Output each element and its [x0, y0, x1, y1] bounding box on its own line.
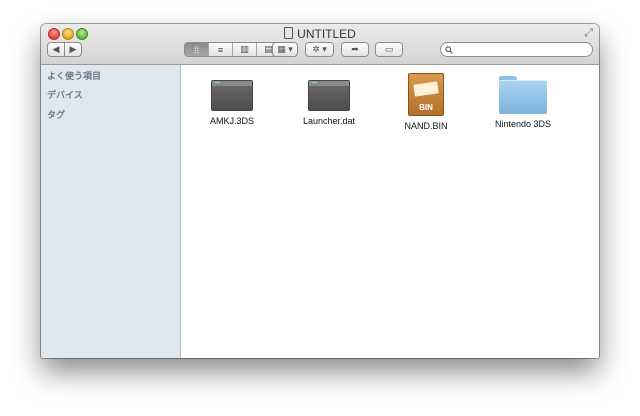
exec-icon: ▪▪▪ — [308, 80, 350, 111]
back-button[interactable]: ◀ — [47, 42, 65, 57]
file-grid: ▪▪▪ AMKJ.3DS ▪▪▪ Launcher.dat BIN NAND.B… — [181, 65, 599, 358]
finder-window: UNTITLED ⤢ ◀ ▶ ⁞⁞ ≡ ▥ ▤ ▦ ▾ ✲ ▾ ➦ ▭ よく使う… — [41, 24, 599, 358]
forward-icon: ▶ — [69, 44, 77, 54]
window-title-text: UNTITLED — [297, 27, 356, 41]
search-field[interactable] — [440, 42, 593, 57]
fullscreen-icon[interactable]: ⤢ — [584, 27, 593, 40]
file-item[interactable]: ▪▪▪ AMKJ.3DS — [189, 73, 275, 126]
back-icon: ◀ — [52, 44, 60, 54]
title-bar: UNTITLED ⤢ ◀ ▶ ⁞⁞ ≡ ▥ ▤ ▦ ▾ ✲ ▾ ➦ ▭ — [41, 24, 599, 65]
file-name: Nintendo 3DS — [494, 119, 552, 129]
file-name: AMKJ.3DS — [209, 116, 254, 126]
exec-icon: ▪▪▪ — [211, 80, 253, 111]
document-icon — [284, 27, 294, 39]
file-name: Launcher.dat — [302, 116, 356, 126]
arrange-icon: ▦ ▾ — [277, 44, 293, 54]
folder-icon — [499, 76, 547, 114]
gear-icon: ✲ ▾ — [312, 44, 327, 54]
icon-view-button[interactable]: ⁞⁞ — [185, 43, 209, 56]
arrange-button[interactable]: ▦ ▾ — [272, 42, 298, 57]
view-mode-control[interactable]: ⁞⁞ ≡ ▥ ▤ — [184, 42, 281, 57]
file-name: NAND.BIN — [404, 121, 448, 131]
search-input[interactable] — [453, 44, 586, 55]
file-item[interactable]: ▪▪▪ Launcher.dat — [286, 73, 372, 126]
archive-icon: BIN — [408, 73, 444, 116]
file-item[interactable]: BIN NAND.BIN — [383, 73, 469, 131]
sidebar: よく使う項目 デバイス タグ — [41, 65, 181, 358]
icon-view-icon: ⁞⁞ — [193, 44, 199, 55]
tags-button[interactable]: ▭ — [375, 42, 403, 57]
sidebar-section-favorites[interactable]: よく使う項目 — [47, 69, 101, 82]
list-view-icon: ≡ — [217, 44, 224, 55]
column-view-button[interactable]: ▥ — [233, 43, 257, 56]
share-button[interactable]: ➦ — [341, 42, 369, 57]
column-view-icon: ▥ — [240, 44, 249, 54]
window-title: UNTITLED — [41, 27, 599, 41]
share-icon: ➦ — [351, 44, 359, 54]
tag-icon: ▭ — [384, 44, 394, 54]
forward-button[interactable]: ▶ — [64, 42, 82, 57]
search-icon — [445, 45, 453, 54]
list-view-button[interactable]: ≡ — [209, 43, 233, 56]
archive-badge: BIN — [419, 103, 433, 112]
sidebar-section-tags[interactable]: タグ — [47, 108, 65, 121]
action-button[interactable]: ✲ ▾ — [305, 42, 334, 57]
folder-item[interactable]: Nintendo 3DS — [480, 73, 566, 129]
sidebar-section-devices[interactable]: デバイス — [47, 88, 83, 101]
